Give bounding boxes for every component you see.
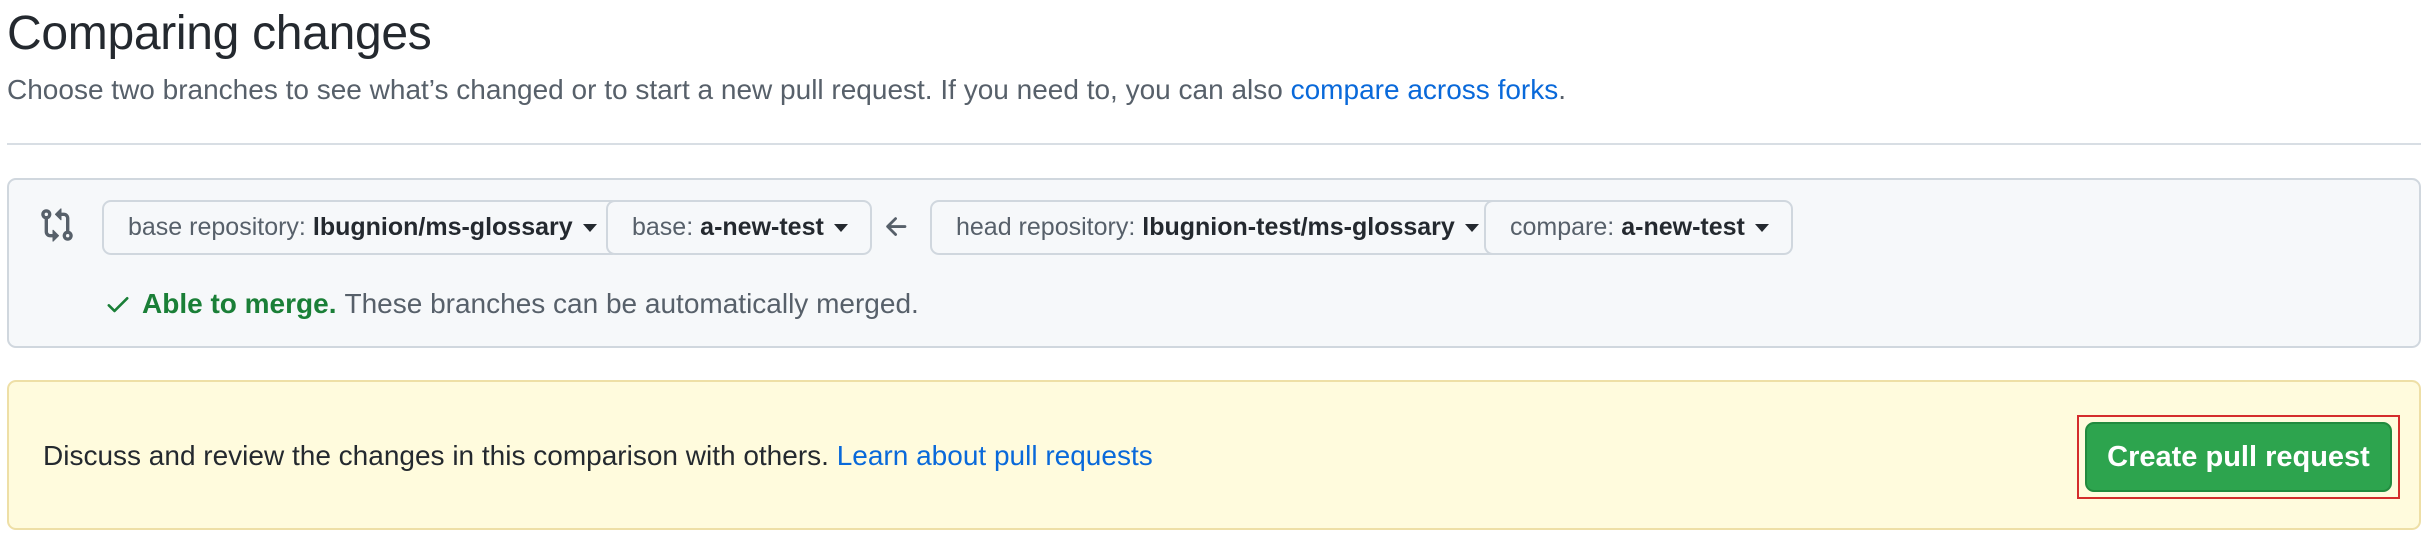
banner-text: Discuss and review the changes in this c… <box>43 440 1153 472</box>
range-editor: base repository: lbugnion/ms-glossary ba… <box>7 178 2421 348</box>
arrow-left-icon <box>886 217 907 236</box>
subtitle-text: Choose two branches to see what’s change… <box>7 74 1291 105</box>
base-repository-select[interactable]: base repository: lbugnion/ms-glossary <box>102 200 621 255</box>
create-pull-request-button[interactable]: Create pull request <box>2085 422 2392 492</box>
merge-status-message: These branches can be automatically merg… <box>344 288 919 319</box>
base-repository-label: base repository: <box>128 213 306 241</box>
page-subtitle: Choose two branches to see what’s change… <box>7 74 1566 106</box>
subtitle-suffix: . <box>1558 74 1567 105</box>
base-branch-value: a-new-test <box>700 213 824 241</box>
merge-status-label: Able to merge. <box>142 288 337 319</box>
compare-branch-value: a-new-test <box>1621 213 1745 241</box>
compare-branch-select[interactable]: compare: a-new-test <box>1484 200 1793 255</box>
compare-page: Comparing changes Choose two branches to… <box>0 0 2430 538</box>
base-branch-label: base: <box>632 213 694 241</box>
head-repository-value: lbugnion-test/ms-glossary <box>1142 213 1455 241</box>
caret-down-icon <box>1464 223 1479 232</box>
merge-status: Able to merge. These branches can be aut… <box>104 288 919 320</box>
git-compare-icon <box>41 208 73 242</box>
base-repository-value: lbugnion/ms-glossary <box>312 213 573 241</box>
create-pr-banner: Discuss and review the changes in this c… <box>7 380 2421 530</box>
learn-about-pull-requests-link[interactable]: Learn about pull requests <box>837 440 1153 471</box>
caret-down-icon <box>582 223 597 232</box>
head-repository-label: head repository: <box>956 213 1136 241</box>
compare-across-forks-link[interactable]: compare across forks <box>1291 74 1559 105</box>
divider <box>7 143 2421 145</box>
page-title: Comparing changes <box>7 7 432 60</box>
check-icon <box>107 297 129 313</box>
banner-message: Discuss and review the changes in this c… <box>43 440 837 471</box>
head-repository-select[interactable]: head repository: lbugnion-test/ms-glossa… <box>930 200 1503 255</box>
base-branch-select[interactable]: base: a-new-test <box>606 200 872 255</box>
caret-down-icon <box>833 223 848 232</box>
caret-down-icon <box>1754 223 1769 232</box>
compare-branch-label: compare: <box>1510 213 1615 241</box>
